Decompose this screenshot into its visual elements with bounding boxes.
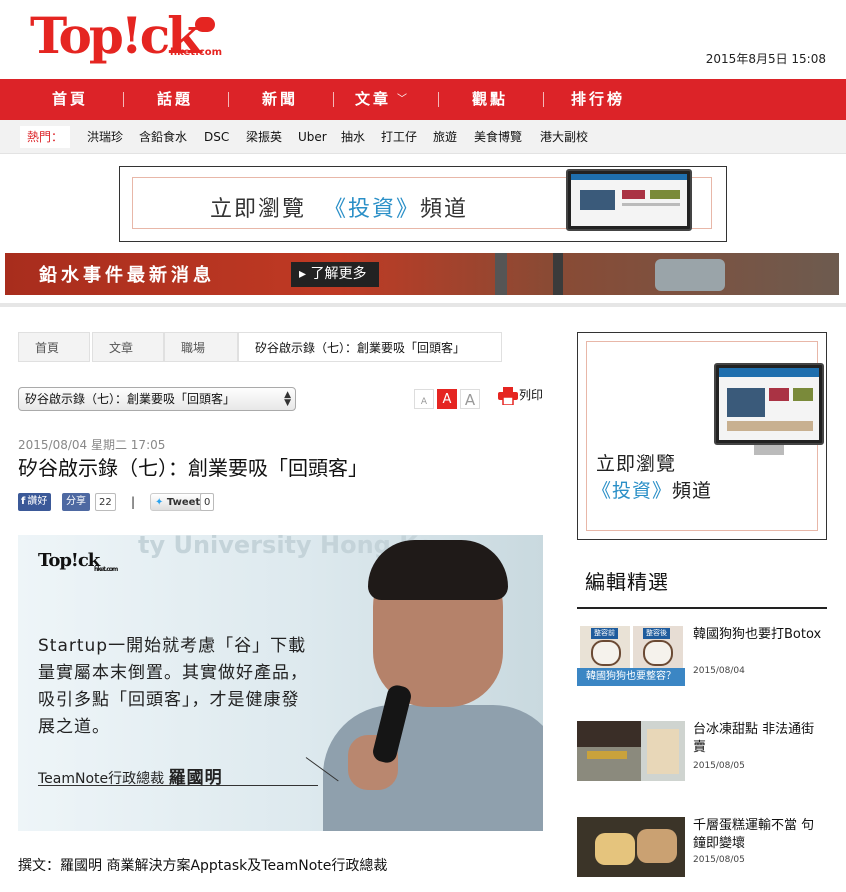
nav-item-articles-label: 文章 — [355, 90, 392, 108]
hot-topic-link[interactable]: Uber — [298, 120, 327, 154]
nav-item-home[interactable]: 首頁 — [40, 79, 100, 120]
hero-logo: Top!ck hket.com — [38, 550, 118, 573]
article-author: 撰文：羅國明 商業解決方案Apptask及TeamNote行政總裁 — [18, 858, 388, 874]
hot-topic-link[interactable]: 梁振英 — [246, 120, 282, 154]
font-size-large-button[interactable]: A — [460, 389, 480, 409]
share-count: 22 — [95, 493, 116, 511]
breadcrumb-current: 矽谷啟示錄（七）：創業要吸「回頭客」 — [238, 332, 502, 362]
lead-strip-title: 鉛水事件最新消息 — [39, 265, 215, 286]
section-divider — [577, 607, 827, 609]
share-bar: f 讚好 分享 22 | ✦ Tweet 0 — [18, 493, 218, 511]
logo-subtext: hket.com — [170, 47, 223, 58]
current-datetime: 2015年8月5日 15:08 — [705, 52, 826, 66]
facebook-share-button[interactable]: 分享 — [62, 493, 90, 511]
side-ad-line2: 《投資》頻道 — [592, 480, 713, 502]
learn-more-button[interactable]: ▸ 了解更多 — [291, 262, 379, 287]
hot-topic-link[interactable]: DSC — [204, 120, 229, 154]
hot-topic-link[interactable]: 打工仔 — [381, 120, 417, 154]
article-hero-image: ty University Hong Ko Top!ck hket.com Sta… — [18, 535, 543, 831]
nav-item-topics[interactable]: 話題 — [145, 79, 205, 120]
facebook-icon: f — [21, 496, 26, 507]
hot-topic-link[interactable]: 港大副校 — [540, 120, 588, 154]
twitter-icon: ✦ — [155, 497, 164, 508]
hot-topics-label: 熱門： — [20, 126, 70, 148]
tweet-count: 0 — [200, 493, 215, 511]
font-size-small-button[interactable]: A — [414, 389, 434, 409]
tweet-button[interactable]: ✦ Tweet — [150, 493, 206, 511]
ad-text: 立即瀏覽 《投資》頻道 — [210, 197, 469, 222]
editor-pick-date: 2015/08/04 — [693, 666, 745, 676]
sidebar-investment-ad[interactable]: 立即瀏覽 《投資》頻道 — [577, 332, 827, 540]
monitor-illustration — [714, 363, 824, 445]
nav-item-news[interactable]: 新聞 — [250, 79, 310, 120]
hot-topic-link[interactable]: 旅遊 — [433, 120, 457, 154]
editor-pick-title[interactable]: 千層蛋糕運輸不當 句鐘即變壞 — [693, 817, 827, 853]
hero-quote: Startup一開始就考慮「谷」下載量實屬本末倒置。其實做好產品，吸引多點「回頭… — [38, 636, 308, 737]
editor-pick-thumbnail[interactable] — [577, 721, 685, 781]
section-divider — [0, 303, 846, 307]
nav-item-opinions[interactable]: 觀點 — [460, 79, 520, 120]
nav-separator — [438, 92, 439, 107]
share-separator: | — [131, 495, 136, 509]
nav-item-articles[interactable]: 文章 ﹀ — [355, 79, 425, 120]
nav-separator — [123, 92, 124, 107]
editor-picks-heading: 編輯精選 — [585, 570, 669, 594]
select-arrows-icon: ▲ ▼ — [284, 390, 291, 408]
breadcrumb-home[interactable]: 首頁 — [18, 332, 90, 362]
editor-pick-item[interactable]: 整容前 整容後 韓國狗狗也要整容？ 韓國狗狗也要打Botox 2015/08/0… — [577, 626, 827, 688]
nav-separator — [543, 92, 544, 107]
nav-separator — [228, 92, 229, 107]
article-select[interactable]: 矽谷啟示錄（七）：創業要吸「回頭客」 ▲ ▼ — [18, 387, 296, 411]
investment-channel-banner-ad[interactable]: 立即瀏覽 《投資》頻道 — [119, 166, 727, 242]
hot-topics-bar: 熱門： 洪瑞珍 含鉛食水 DSC 梁振英 Uber 抽水 打工仔 旅遊 美食博覽… — [0, 120, 846, 154]
hot-topic-link[interactable]: 抽水 — [341, 120, 365, 154]
editor-pick-title[interactable]: 台冰凍甜點 非法通街賣 — [693, 721, 827, 757]
editor-pick-thumbnail[interactable] — [577, 817, 685, 877]
hot-topic-link[interactable]: 洪瑞珍 — [87, 120, 123, 154]
editor-pick-thumbnail[interactable]: 整容前 整容後 韓國狗狗也要整容？ — [577, 626, 685, 686]
font-size-medium-button[interactable]: A — [437, 389, 457, 409]
logo-bubble-icon — [195, 17, 215, 32]
print-button[interactable]: 列印 — [498, 386, 544, 406]
breadcrumb-articles[interactable]: 文章 — [92, 332, 164, 362]
site-logo[interactable]: Top!ck hket.com — [30, 5, 223, 67]
article-headline: 矽谷啟示錄（七）：創業要吸「回頭客」 — [18, 456, 368, 480]
breadcrumb-workplace[interactable]: 職場 — [164, 332, 238, 362]
nav-separator — [333, 92, 334, 107]
hot-topic-link[interactable]: 美食博覽 — [474, 120, 522, 154]
editor-pick-date: 2015/08/05 — [693, 855, 745, 865]
editor-pick-title[interactable]: 韓國狗狗也要打Botox — [693, 626, 827, 644]
editor-pick-item[interactable]: 台冰凍甜點 非法通街賣 2015/08/05 — [577, 721, 827, 783]
nav-item-rankings[interactable]: 排行榜 — [562, 79, 634, 120]
printer-icon — [498, 386, 518, 406]
monitor-illustration — [566, 169, 692, 231]
editor-pick-item[interactable]: 千層蛋糕運輸不當 句鐘即變壞 2015/08/05 — [577, 817, 827, 879]
article-select-value: 矽谷啟示錄（七）：創業要吸「回頭客」 — [25, 392, 236, 406]
hot-topic-link[interactable]: 含鉛食水 — [139, 120, 187, 154]
main-nav: 首頁 話題 新聞 文章 ﹀ 觀點 排行榜 — [0, 79, 846, 120]
chevron-down-icon: ﹀ — [397, 94, 407, 105]
facebook-like-button[interactable]: f 讚好 — [18, 493, 52, 511]
article-meta-date: 2015/08/04 星期二 17:05 — [18, 438, 166, 452]
editor-pick-date: 2015/08/05 — [693, 761, 745, 771]
side-ad-line1: 立即瀏覽 — [596, 453, 677, 475]
lead-water-news-strip[interactable]: 鉛水事件最新消息 ▸ 了解更多 — [5, 253, 839, 295]
print-label: 列印 — [519, 388, 544, 402]
